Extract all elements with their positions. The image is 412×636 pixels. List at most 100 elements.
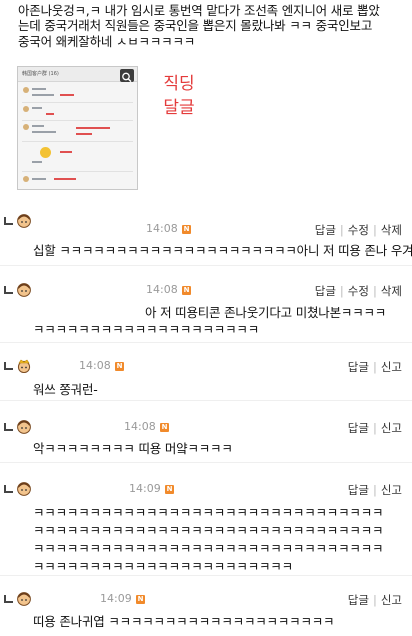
chat-line-red <box>60 94 74 96</box>
comment-text: ㅋㅋㅋㅋㅋㅋㅋㅋㅋㅋㅋㅋㅋㅋㅋㅋㅋㅋㅋㅋㅋㅋㅋㅋㅋㅋㅋㅋㅋㅋㅋ <box>33 541 384 556</box>
comment-actions: 답글 | 신고 <box>348 482 402 498</box>
author-name-redacted <box>34 482 124 496</box>
report-button[interactable]: 신고 <box>381 421 402 435</box>
reply-button[interactable]: 답글 <box>348 483 369 497</box>
comment-time: 14:08 <box>79 359 111 372</box>
edit-button[interactable]: 수정 <box>348 284 369 298</box>
post-body: 아존나웃겅ㅋ,ㅋ 내가 임시로 통번역 맡다가 조선족 엔지니어 새로 뽑았 는… <box>18 3 410 49</box>
chat-line <box>32 178 46 180</box>
chat-line <box>32 125 44 127</box>
chat-line <box>32 131 56 133</box>
divider: | <box>372 223 377 237</box>
author-name-redacted <box>34 283 134 297</box>
comment-text: ㅋㅋㅋㅋㅋㅋㅋㅋㅋㅋㅋㅋㅋㅋㅋㅋㅋㅋㅋㅋㅋㅋㅋㅋㅋㅋㅋㅋㅋㅋㅋ <box>33 505 384 520</box>
chat-line <box>32 94 54 96</box>
reply-arrow-icon <box>4 423 13 431</box>
post-line: 중국어 왜케잘하네 ㅅㅂㅋㅋㅋㅋㅋ <box>18 33 196 49</box>
comment-text: ㅋㅋㅋㅋㅋㅋㅋㅋㅋㅋㅋㅋㅋㅋㅋㅋㅋㅋㅋㅋㅋㅋㅋ <box>33 559 293 574</box>
comment-actions: 답글 | 신고 <box>348 420 402 436</box>
reply-arrow-icon <box>4 286 13 294</box>
reply-arrow-icon <box>4 362 13 370</box>
comment-actions: 답글 | 수정 | 삭제 <box>315 283 402 299</box>
annotation-line: 직딩 <box>163 74 195 94</box>
new-badge: N <box>115 362 124 371</box>
report-button[interactable]: 신고 <box>381 483 402 497</box>
divider <box>22 171 133 172</box>
avatar-icon <box>17 592 31 606</box>
reply-arrow-icon <box>4 485 13 493</box>
divider: | <box>372 360 377 374</box>
reply-button[interactable]: 답글 <box>315 284 336 298</box>
new-badge: N <box>182 225 191 234</box>
author-name-redacted <box>34 359 74 373</box>
chat-line-red <box>76 127 110 129</box>
avatar-icon <box>17 214 31 228</box>
avatar-icon <box>17 482 31 496</box>
author-name-redacted <box>34 214 134 228</box>
comment-text: 띠용 존나귀엽 ㅋㅋㅋㅋㅋㅋㅋㅋㅋㅋㅋㅋㅋㅋㅋㅋㅋㅋㅋㅋ <box>33 614 335 629</box>
chat-line-red <box>76 133 92 135</box>
report-button[interactable]: 신고 <box>381 593 402 607</box>
comment-text: ㅋㅋㅋㅋㅋㅋㅋㅋㅋㅋㅋㅋㅋㅋㅋㅋㅋㅋㅋㅋㅋㅋㅋㅋㅋㅋㅋㅋㅋㅋㅋ <box>33 523 384 538</box>
chat-line-red <box>54 178 76 180</box>
divider <box>0 400 412 401</box>
zoom-icon[interactable] <box>120 69 134 83</box>
reply-button[interactable]: 답글 <box>348 360 369 374</box>
comment-time: 14:08 <box>124 420 156 433</box>
chat-line-red <box>60 151 72 153</box>
divider: | <box>339 223 344 237</box>
comment-actions: 답글 | 신고 <box>348 359 402 375</box>
avatar <box>23 124 29 130</box>
divider: | <box>339 284 344 298</box>
comment-time: 14:08 <box>146 283 178 296</box>
divider <box>0 462 412 463</box>
post-line: 아존나웃겅ㅋ,ㅋ 내가 임시로 통번역 맡다가 조선족 엔지니어 새로 뽑았 <box>18 3 380 18</box>
divider <box>0 265 412 266</box>
author-name-redacted <box>34 420 119 434</box>
comment-time: 14:08 <box>146 222 178 235</box>
comment-actions: 답글 | 신고 <box>348 592 402 608</box>
reply-arrow-icon <box>4 595 13 603</box>
avatar <box>23 106 29 112</box>
comment-actions: 답글 | 수정 | 삭제 <box>315 222 402 238</box>
divider: | <box>372 284 377 298</box>
new-badge: N <box>136 595 145 604</box>
chat-line-red <box>46 113 54 115</box>
emoticon-icon <box>40 147 51 158</box>
divider <box>22 141 133 142</box>
avatar <box>23 176 29 182</box>
avatar-icon <box>17 359 31 373</box>
comment-text: 악ㅋㅋㅋㅋㅋㅋㅋㅋ 띠용 머얔ㅋㅋㅋㅋ <box>33 441 233 456</box>
comment-text: ㅋㅋㅋㅋㅋㅋㅋㅋㅋㅋㅋㅋㅋㅋㅋㅋㅋㅋㅋㅋ <box>33 322 260 337</box>
avatar-icon <box>17 283 31 297</box>
post-line: 는데 중국거래처 직원들은 중국인을 뽑은지 몰랐나봐 ㅋㅋ 중국인보고 <box>18 18 373 34</box>
comment-time: 14:09 <box>100 592 132 605</box>
delete-button[interactable]: 삭제 <box>381 284 402 298</box>
chat-line <box>32 107 42 109</box>
avatar-icon <box>17 420 31 434</box>
divider: | <box>372 421 377 435</box>
comment-time: 14:09 <box>129 482 161 495</box>
reply-button[interactable]: 답글 <box>348 421 369 435</box>
divider <box>22 120 133 121</box>
report-button[interactable]: 신고 <box>381 360 402 374</box>
comment-text: 워쓰 쫑궈런- <box>33 382 98 397</box>
new-badge: N <box>165 485 174 494</box>
comment-text: 십할 ㅋㅋㅋㅋㅋㅋㅋㅋㅋㅋㅋㅋㅋㅋㅋㅋㅋㅋㅋㅋㅋ아니 저 띠용 존나 우겨 <box>33 243 412 258</box>
chat-screenshot-thumbnail[interactable]: 韩国客户群 (16) <box>17 66 138 190</box>
new-badge: N <box>182 286 191 295</box>
edit-button[interactable]: 수정 <box>348 223 369 237</box>
divider <box>0 342 412 343</box>
chat-line <box>32 88 46 90</box>
chat-line <box>32 161 42 163</box>
delete-button[interactable]: 삭제 <box>381 223 402 237</box>
annotation-line: 달글 <box>163 98 195 118</box>
reply-button[interactable]: 답글 <box>348 593 369 607</box>
divider <box>0 575 412 576</box>
reply-button[interactable]: 답글 <box>315 223 336 237</box>
avatar <box>23 87 29 93</box>
author-name-redacted <box>34 592 94 606</box>
new-badge: N <box>160 423 169 432</box>
divider <box>22 102 133 103</box>
divider: | <box>372 593 377 607</box>
